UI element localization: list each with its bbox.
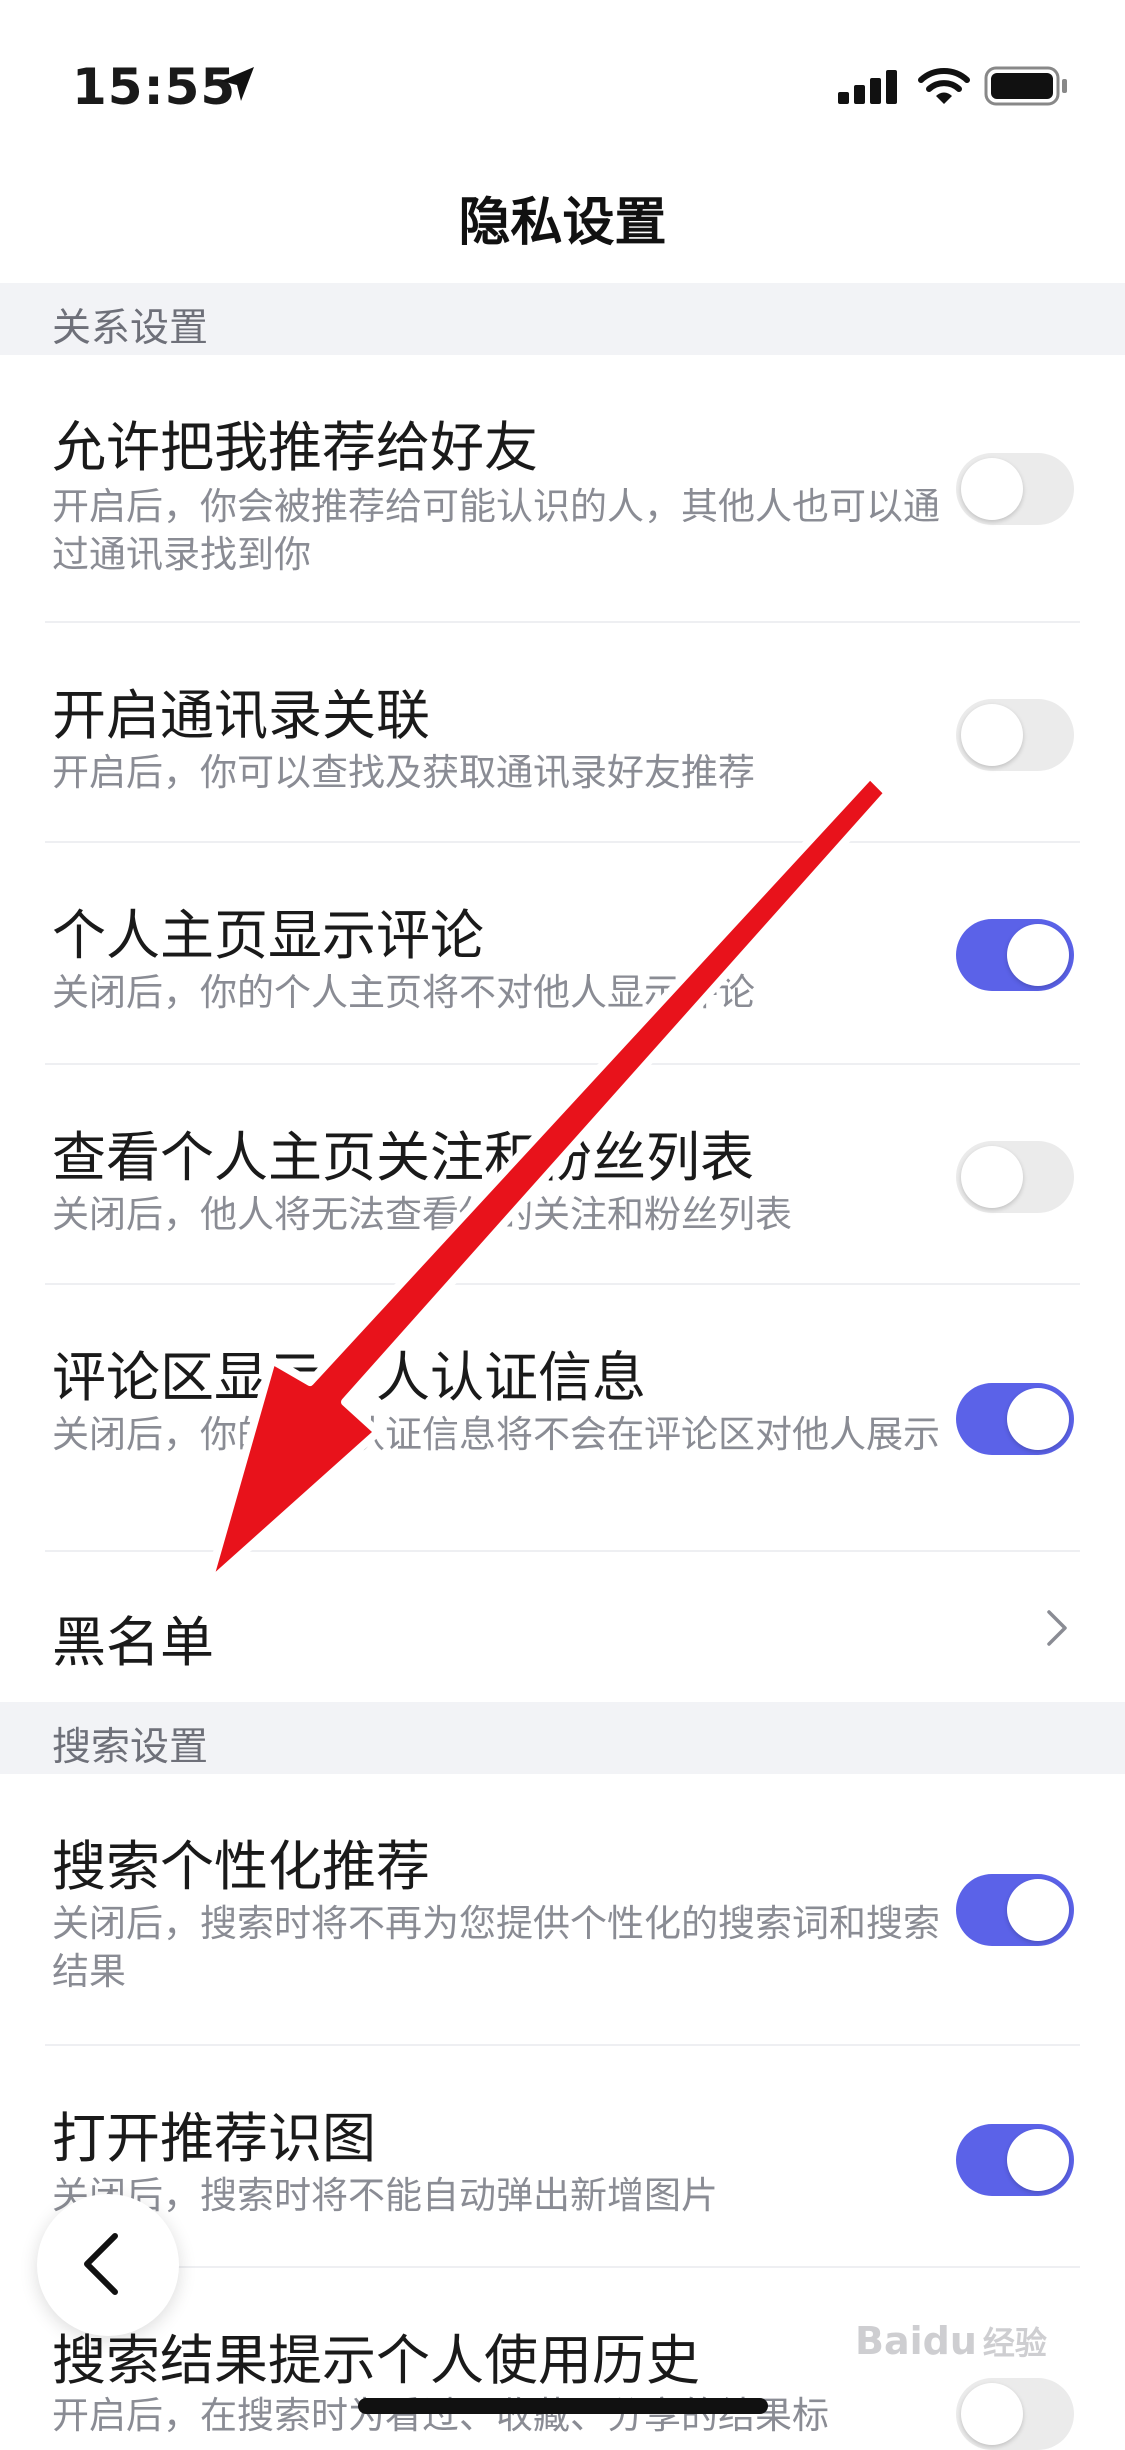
toggle-switch[interactable] bbox=[956, 699, 1074, 771]
toggle-switch[interactable] bbox=[956, 1383, 1074, 1455]
setting-description: 关闭后，搜索时将不再为您提供个性化的搜索词和搜索结果 bbox=[52, 1902, 940, 1993]
setting-row-recommend-to-friends[interactable]: 允许把我推荐给好友 开启后，你会被推荐给可能认识的人，其他人也可以通过通讯录找到… bbox=[0, 355, 1125, 620]
chevron-right-icon bbox=[1047, 1610, 1067, 1646]
setting-row-verification-info[interactable]: 评论区显示个人认证信息 关闭后，你的个人认证信息将不会在评论区对他人展示 bbox=[0, 1285, 1125, 1550]
setting-description: 开启后，你可以查找及获取通讯录好友推荐 bbox=[52, 751, 755, 794]
toggle-switch[interactable] bbox=[956, 1141, 1074, 1213]
setting-row-profile-comments[interactable]: 个人主页显示评论 关闭后，你的个人主页将不对他人显示评论 bbox=[0, 843, 1125, 1063]
status-bar: 15:55 bbox=[0, 0, 1125, 150]
section-header-relationship: 关系设置 bbox=[0, 283, 1125, 355]
setting-row-contacts-link[interactable]: 开启通讯录关联 开启后，你可以查找及获取通讯录好友推荐 bbox=[0, 623, 1125, 841]
battery-icon bbox=[984, 66, 1067, 106]
home-indicator bbox=[358, 2398, 768, 2414]
toggle-knob bbox=[961, 704, 1023, 766]
section-header-search: 搜索设置 bbox=[0, 1702, 1125, 1774]
watermark-brand: Baidu bbox=[855, 2319, 977, 2363]
page-title: 隐私设置 bbox=[458, 193, 667, 253]
setting-row-blacklist[interactable]: 黑名单 bbox=[0, 1552, 1125, 1702]
toggle-knob bbox=[1007, 1388, 1069, 1450]
setting-title: 个人主页显示评论 bbox=[52, 904, 484, 967]
chevron-left-icon bbox=[84, 2233, 118, 2295]
setting-description: 关闭后，你的个人认证信息将不会在评论区对他人展示 bbox=[52, 1413, 940, 1456]
toggle-knob bbox=[1007, 1879, 1069, 1941]
setting-title: 黑名单 bbox=[52, 1611, 214, 1674]
setting-row-follow-fan-list[interactable]: 查看个人主页关注和粉丝列表 关闭后，他人将无法查看你的关注和粉丝列表 bbox=[0, 1065, 1125, 1283]
toggle-switch[interactable] bbox=[956, 1874, 1074, 1946]
watermark-logo: Baidu 经验 bbox=[855, 2318, 1047, 2364]
setting-title: 允许把我推荐给好友 bbox=[52, 416, 538, 479]
signal-icon bbox=[838, 70, 897, 104]
section-header-label: 关系设置 bbox=[52, 306, 209, 351]
setting-description: 关闭后，他人将无法查看你的关注和粉丝列表 bbox=[52, 1193, 792, 1236]
status-time: 15:55 bbox=[72, 58, 237, 116]
setting-description: 关闭后，你的个人主页将不对他人显示评论 bbox=[52, 971, 755, 1014]
setting-row-personalized-search[interactable]: 搜索个性化推荐 关闭后，搜索时将不再为您提供个性化的搜索词和搜索结果 bbox=[0, 1774, 1125, 2044]
toggle-knob bbox=[1007, 924, 1069, 986]
setting-title: 打开推荐识图 bbox=[52, 2107, 376, 2170]
toggle-knob bbox=[961, 1146, 1023, 1208]
toggle-knob bbox=[1007, 2129, 1069, 2191]
setting-title: 搜索个性化推荐 bbox=[52, 1835, 430, 1898]
setting-description: 关闭后，搜索时将不能自动弹出新增图片 bbox=[52, 2174, 718, 2217]
toggle-switch[interactable] bbox=[956, 2124, 1074, 2196]
toggle-knob bbox=[961, 458, 1023, 520]
setting-title: 评论区显示个人认证信息 bbox=[52, 1346, 646, 1409]
setting-title: 开启通讯录关联 bbox=[52, 684, 430, 747]
location-arrow-icon bbox=[221, 67, 254, 101]
watermark-suffix: 经验 bbox=[982, 2324, 1047, 2362]
section-header-label: 搜索设置 bbox=[52, 1725, 209, 1770]
wifi-icon bbox=[918, 68, 970, 104]
setting-title: 查看个人主页关注和粉丝列表 bbox=[52, 1126, 754, 1189]
setting-description: 开启后，你会被推荐给可能认识的人，其他人也可以通过通讯录找到你 bbox=[52, 485, 940, 576]
back-button[interactable] bbox=[37, 2194, 179, 2336]
setting-title: 搜索结果提示个人使用历史 bbox=[52, 2329, 700, 2392]
toggle-switch[interactable] bbox=[956, 2378, 1074, 2450]
toggle-switch[interactable] bbox=[956, 453, 1074, 525]
toggle-switch[interactable] bbox=[956, 919, 1074, 991]
